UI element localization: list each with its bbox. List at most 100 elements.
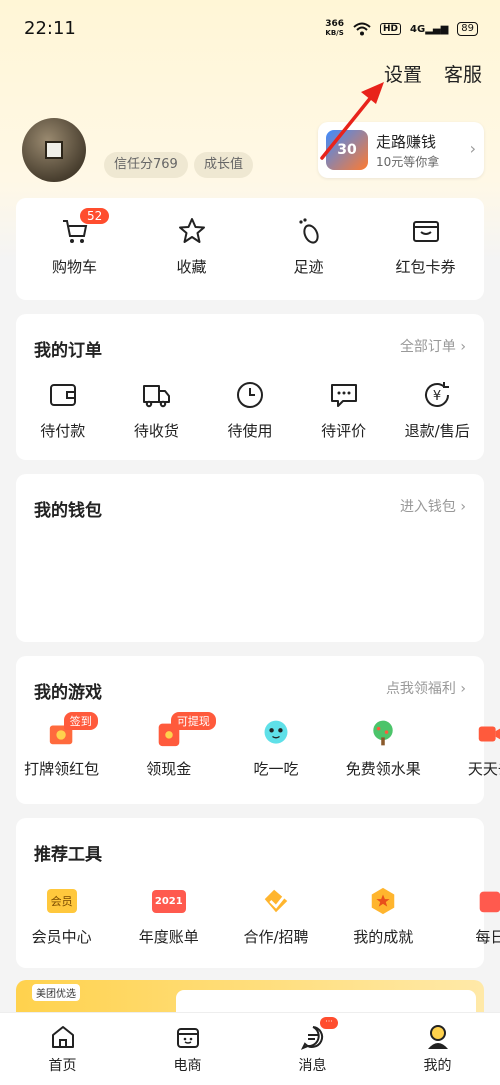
handshake-icon xyxy=(261,886,291,916)
clock-icon xyxy=(235,380,265,410)
top-nav: 设置 客服 xyxy=(384,60,482,87)
banner-brand-tag: 美团优选 xyxy=(32,984,80,1001)
tools-title: 推荐工具 xyxy=(34,845,102,865)
game-item-label: 天天去 xyxy=(467,760,500,778)
comment-icon xyxy=(329,380,359,410)
growth-value-pill[interactable]: 成长值 xyxy=(194,152,254,178)
wifi-icon xyxy=(353,22,371,36)
order-item-pending-payment[interactable]: 待付款 xyxy=(16,380,110,441)
network-speed: 366 KB/S xyxy=(325,19,344,38)
hd-icon: HD xyxy=(380,23,402,35)
cart-count-badge: 52 xyxy=(80,208,110,224)
games-card: 我的游戏 点我领福利 › 签到 打牌领红包 可提现 领现金 吃一吃 免费领水果 … xyxy=(16,656,500,804)
tool-item-label: 会员中心 xyxy=(31,928,92,946)
chevron-right-icon: › xyxy=(460,339,466,355)
quick-item-footprint[interactable]: 足迹 xyxy=(250,216,367,277)
quick-item-favorites[interactable]: 收藏 xyxy=(133,216,250,277)
order-item-to-use[interactable]: 待使用 xyxy=(203,380,297,441)
vip-icon: 会员 xyxy=(44,886,80,916)
tab-label: 消息 xyxy=(298,1058,327,1074)
tab-label: 我的 xyxy=(423,1058,452,1074)
wallet-card: 我的钱包 进入钱包 › xyxy=(16,474,484,642)
bottom-tab-bar: 首页 电商 ··· 消息 我的 xyxy=(0,1012,500,1085)
game-item-label: 吃一吃 xyxy=(253,760,299,778)
svg-text:¥: ¥ xyxy=(433,389,441,404)
game-item-cash[interactable]: 可提现 领现金 xyxy=(115,712,222,779)
walk-card-subtitle: 10元等你拿 xyxy=(376,155,440,169)
game-item-label: 免费领水果 xyxy=(345,760,421,778)
home-icon xyxy=(51,1026,74,1048)
walk-earn-card[interactable]: 30 走路赚钱 10元等你拿 › xyxy=(318,122,484,178)
credit-score-pill[interactable]: 信任分769 xyxy=(104,152,188,178)
checkin-tag: 签到 xyxy=(63,712,98,730)
quick-item-label: 收藏 xyxy=(176,258,207,276)
games-title: 我的游戏 xyxy=(34,683,102,703)
wallet-icon xyxy=(48,380,78,410)
coin-hole xyxy=(45,141,63,159)
tool-item-label: 合作/招聘 xyxy=(243,928,309,946)
daily-icon xyxy=(475,886,500,916)
quick-item-label: 购物车 xyxy=(51,258,97,276)
medal-icon xyxy=(368,886,398,916)
game-item-label: 打牌领红包 xyxy=(24,760,100,778)
all-orders-link[interactable]: 全部订单 › xyxy=(400,336,466,356)
tab-messages[interactable]: ··· 消息 xyxy=(250,1013,375,1085)
order-item-label: 待收货 xyxy=(133,422,179,440)
order-item-label: 待使用 xyxy=(227,422,273,440)
game-item-daily[interactable]: 天天去 xyxy=(437,718,500,779)
shop-icon xyxy=(176,1028,199,1048)
quick-item-label: 红包卡券 xyxy=(395,258,456,276)
walk-card-title: 走路赚钱 xyxy=(376,133,437,151)
chevron-right-icon: › xyxy=(469,139,476,158)
game-item-fruit[interactable]: 免费领水果 xyxy=(330,718,437,779)
profile-icon xyxy=(427,1025,448,1049)
order-item-label: 退款/售后 xyxy=(404,422,470,440)
games-benefit-link[interactable]: 点我领福利 › xyxy=(386,678,466,698)
status-icons: 366 KB/S HD 4G▂▄▆ 89 xyxy=(325,20,478,38)
tool-item-annual-bill[interactable]: 2021 年度账单 xyxy=(115,886,222,947)
walk-badge: 30 xyxy=(326,130,368,170)
withdraw-tag: 可提现 xyxy=(170,712,216,730)
tool-item-label: 年度账单 xyxy=(138,928,199,946)
signal-icon: 4G▂▄▆ xyxy=(410,23,449,35)
tool-item-partnership[interactable]: 合作/招聘 xyxy=(222,886,329,947)
star-icon xyxy=(177,216,207,246)
wallet-title: 我的钱包 xyxy=(34,501,102,521)
tool-item-achievements[interactable]: 我的成就 xyxy=(330,886,437,947)
game-item-eat[interactable]: 吃一吃 xyxy=(222,718,329,779)
quick-access-card: 52 购物车 收藏 足迹 红包卡券 xyxy=(16,198,484,300)
settings-button[interactable]: 设置 xyxy=(384,60,422,87)
tools-card: 推荐工具 会员 会员中心 2021 年度账单 合作/招聘 我的成就 每日 xyxy=(16,818,500,968)
quick-item-label: 足迹 xyxy=(293,258,324,276)
game-item-label: 领现金 xyxy=(146,760,192,778)
wallet-card-icon xyxy=(411,216,441,246)
tool-item-label: 我的成就 xyxy=(353,928,414,946)
quick-item-coupons[interactable]: 红包卡券 xyxy=(367,216,484,277)
tab-label: 电商 xyxy=(173,1058,202,1074)
enter-wallet-link[interactable]: 进入钱包 › xyxy=(400,496,466,516)
tool-item-membership[interactable]: 会员 会员中心 xyxy=(8,886,115,947)
tab-label: 首页 xyxy=(48,1058,77,1074)
tab-profile[interactable]: 我的 xyxy=(375,1013,500,1085)
customer-service-button[interactable]: 客服 xyxy=(444,60,482,87)
chevron-right-icon: › xyxy=(460,681,466,697)
tab-home[interactable]: 首页 xyxy=(0,1013,125,1085)
tab-shop[interactable]: 电商 xyxy=(125,1013,250,1085)
order-item-label: 待评价 xyxy=(321,422,367,440)
cartoon-mascot-icon xyxy=(261,718,291,748)
order-item-to-review[interactable]: 待评价 xyxy=(297,380,391,441)
video-icon xyxy=(475,718,500,748)
tool-item-daily[interactable]: 每日 xyxy=(437,886,500,947)
avatar[interactable] xyxy=(22,118,86,182)
battery-icon: 89 xyxy=(457,22,478,36)
order-item-pending-receipt[interactable]: 待收货 xyxy=(110,380,204,441)
quick-item-cart[interactable]: 52 购物车 xyxy=(16,208,133,277)
game-item-cards[interactable]: 签到 打牌领红包 xyxy=(8,712,115,779)
status-time: 22:11 xyxy=(24,18,76,39)
fruit-tree-icon xyxy=(368,718,398,748)
refund-icon: ¥ xyxy=(422,380,452,410)
order-item-refund[interactable]: ¥ 退款/售后 xyxy=(390,380,484,441)
orders-card: 我的订单 全部订单 › 待付款 待收货 待使用 待评价 ¥ 退款/售后 xyxy=(16,314,484,460)
truck-icon xyxy=(141,380,171,410)
calendar-icon: 2021 xyxy=(151,886,187,916)
